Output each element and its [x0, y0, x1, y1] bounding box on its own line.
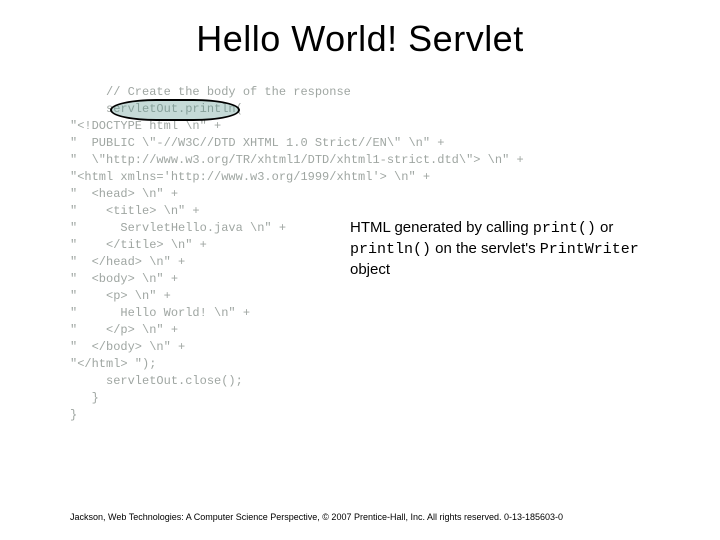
code-line: " ServletHello.java \n" + — [70, 221, 286, 235]
callout-part: object — [350, 261, 390, 278]
code-line: " <p> \n" + — [70, 289, 171, 303]
code-line: // Create the body of the response — [70, 85, 351, 99]
code-line: " PUBLIC \"-//W3C//DTD XHTML 1.0 Strict/… — [70, 136, 444, 150]
highlight-ellipse — [110, 99, 240, 121]
callout-part: on the servlet's — [431, 240, 540, 257]
code-line: } — [70, 391, 99, 405]
code-line: " </head> \n" + — [70, 255, 185, 269]
callout-code: println() — [350, 241, 431, 258]
code-line: " </title> \n" + — [70, 238, 207, 252]
code-line: " </body> \n" + — [70, 340, 185, 354]
code-line: } — [70, 408, 77, 422]
callout-part: or — [596, 219, 614, 236]
callout-code: PrintWriter — [540, 241, 639, 258]
code-line: " <head> \n" + — [70, 187, 178, 201]
code-line: " <title> \n" + — [70, 204, 200, 218]
code-line: servletOut.close(); — [70, 374, 243, 388]
code-line: "</html> "); — [70, 357, 156, 371]
code-line: " <body> \n" + — [70, 272, 178, 286]
callout-part: HTML generated by calling — [350, 219, 533, 236]
code-line: "<html xmlns='http://www.w3.org/1999/xht… — [70, 170, 430, 184]
code-line: " \"http://www.w3.org/TR/xhtml1/DTD/xhtm… — [70, 153, 524, 167]
slide-title: Hello World! Servlet — [0, 18, 720, 60]
code-line: " Hello World! \n" + — [70, 306, 250, 320]
code-line: "<!DOCTYPE html \n" + — [70, 119, 221, 133]
footer-citation: Jackson, Web Technologies: A Computer Sc… — [70, 512, 670, 522]
callout-code: print() — [533, 220, 596, 237]
code-line: " </p> \n" + — [70, 323, 178, 337]
callout-text: HTML generated by calling print() or pri… — [350, 218, 680, 280]
